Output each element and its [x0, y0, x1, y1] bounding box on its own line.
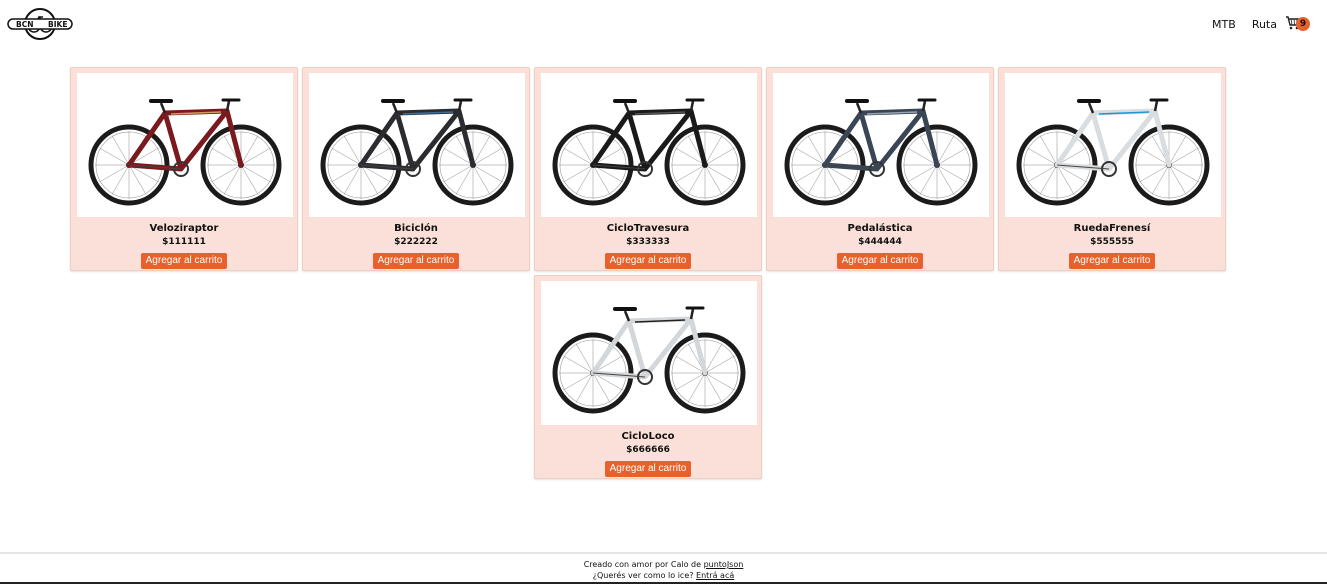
- product-name: Veloziraptor: [149, 223, 219, 234]
- product-image: [541, 281, 757, 425]
- logo-text-left: BCN: [16, 20, 34, 29]
- product-image: [309, 73, 525, 217]
- nav-link-mtb[interactable]: MTB: [1212, 18, 1236, 31]
- product-price: $222222: [394, 237, 438, 247]
- add-to-cart-button[interactable]: Agregar al carrito: [140, 253, 228, 269]
- bike-image-icon: [552, 306, 746, 414]
- product-name: Pedalástica: [847, 223, 913, 234]
- cart-count-badge: 9: [1296, 17, 1310, 31]
- product-name: RuedaFrenesí: [1073, 223, 1151, 234]
- footer-line-credits: Creado con amor por Calo de puntoJson: [0, 559, 1327, 570]
- product-name: Biciclón: [394, 223, 438, 234]
- add-to-cart-button[interactable]: Agregar al carrito: [604, 253, 692, 269]
- bike-image-icon: [784, 98, 978, 206]
- footer-author-link[interactable]: puntoJson: [704, 560, 744, 569]
- footer: Creado con amor por Calo de puntoJson ¿Q…: [0, 552, 1327, 584]
- product-price: $444444: [858, 237, 902, 247]
- nav-link-ruta[interactable]: Ruta: [1252, 18, 1277, 31]
- nav-links: MTB Ruta: [1212, 18, 1277, 31]
- add-to-cart-button[interactable]: Agregar al carrito: [604, 461, 692, 477]
- product-image: [77, 73, 293, 217]
- bike-image-icon: [88, 98, 282, 206]
- product-name: CicloLoco: [621, 431, 675, 442]
- product-card: Pedalástica $444444 Agregar al carrito: [766, 67, 994, 271]
- footer-source-link[interactable]: Entrá acá: [696, 571, 734, 580]
- product-card: Veloziraptor $111111 Agregar al carrito: [70, 67, 298, 271]
- product-price: $666666: [626, 445, 670, 455]
- add-to-cart-button[interactable]: Agregar al carrito: [1068, 253, 1156, 269]
- cart-button[interactable]: 9: [1285, 14, 1313, 34]
- product-card: CicloTravesura $333333 Agregar al carrit…: [534, 67, 762, 271]
- footer-source-text: ¿Querés ver como lo ice?: [592, 571, 697, 580]
- add-to-cart-button[interactable]: Agregar al carrito: [836, 253, 924, 269]
- logo-text-right: BIKE: [48, 20, 67, 29]
- bike-image-icon: [552, 98, 746, 206]
- bike-logo-icon: BCN BIKE: [7, 8, 73, 40]
- product-image: [1005, 73, 1221, 217]
- product-image: [541, 73, 757, 217]
- footer-line-source: ¿Querés ver como lo ice? Entrá acá: [0, 570, 1327, 581]
- bike-image-icon: [320, 98, 514, 206]
- product-grid: Veloziraptor $111111 Agregar al carrito …: [68, 67, 1228, 479]
- navbar: BCN BIKE MTB Ruta 9: [0, 0, 1327, 48]
- add-to-cart-button[interactable]: Agregar al carrito: [372, 253, 460, 269]
- product-price: $333333: [626, 237, 670, 247]
- product-card: RuedaFrenesí $555555 Agregar al carrito: [998, 67, 1226, 271]
- product-price: $111111: [162, 237, 206, 247]
- product-image: [773, 73, 989, 217]
- footer-credit-text: Creado con amor por Calo de: [583, 560, 704, 569]
- product-card: Biciclón $222222 Agregar al carrito: [302, 67, 530, 271]
- product-card: CicloLoco $666666 Agregar al carrito: [534, 275, 762, 479]
- product-price: $555555: [1090, 237, 1134, 247]
- brand-logo[interactable]: BCN BIKE: [6, 6, 74, 42]
- bike-image-icon: [1016, 98, 1210, 206]
- product-name: CicloTravesura: [606, 223, 690, 234]
